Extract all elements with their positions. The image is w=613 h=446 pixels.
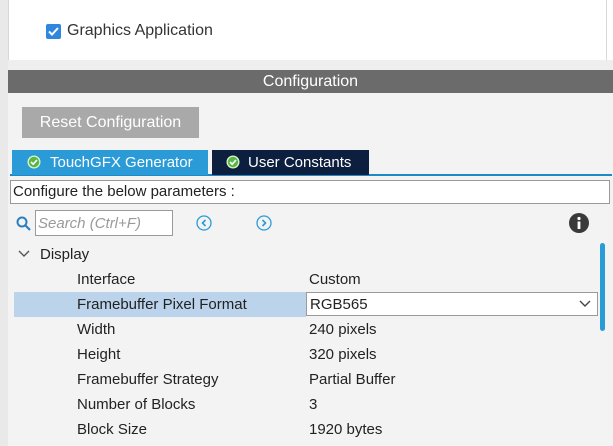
- param-row-block-size[interactable]: Block Size 1920 bytes: [14, 417, 598, 442]
- param-value: Partial Buffer: [309, 371, 396, 388]
- info-icon[interactable]: [569, 213, 589, 233]
- arrow-left-circle-icon[interactable]: [196, 215, 212, 231]
- reset-configuration-button[interactable]: Reset Configuration: [22, 107, 199, 138]
- param-name: Number of Blocks: [77, 396, 196, 413]
- param-name: Framebuffer Pixel Format: [77, 296, 247, 313]
- param-value: 320 pixels: [309, 346, 377, 363]
- param-row-framebuffer-pixel-format[interactable]: Framebuffer Pixel Format: [14, 292, 306, 317]
- param-row-number-of-blocks[interactable]: Number of Blocks 3: [14, 392, 598, 417]
- param-row-framebuffer-strategy[interactable]: Framebuffer Strategy Partial Buffer: [14, 367, 598, 392]
- param-row-width[interactable]: Width 240 pixels: [14, 317, 598, 342]
- param-name: Block Size: [77, 421, 148, 438]
- param-value: 240 pixels: [309, 321, 377, 338]
- tab-label: User Constants: [248, 154, 352, 171]
- configuration-header: Configuration: [8, 70, 613, 93]
- configuration-window: Graphics Application Configuration Reset…: [0, 0, 613, 446]
- search-icon: [16, 216, 31, 231]
- param-row-interface[interactable]: Interface Custom: [14, 267, 598, 292]
- framebuffer-pixel-format-select[interactable]: RGB565: [306, 292, 598, 316]
- param-row-height[interactable]: Height 320 pixels: [14, 342, 598, 367]
- graphics-application-checkbox[interactable]: [46, 24, 61, 39]
- arrow-right-circle-icon[interactable]: [256, 215, 272, 231]
- parameters-instruction: Configure the below parameters :: [10, 180, 610, 204]
- group-label: Display: [40, 246, 90, 263]
- chevron-down-icon: [18, 250, 30, 257]
- param-name: Framebuffer Strategy: [77, 371, 219, 388]
- chevron-down-icon: [579, 300, 591, 307]
- param-value: 3: [309, 396, 318, 413]
- left-margin: [0, 0, 8, 446]
- param-name: Height: [77, 346, 121, 363]
- check-icon: [48, 27, 59, 36]
- tab-label: TouchGFX Generator: [50, 154, 193, 171]
- select-value: RGB565: [310, 296, 368, 313]
- panel-separator: [8, 60, 613, 70]
- param-name: Interface: [77, 271, 136, 288]
- check-circle-icon: [226, 155, 240, 169]
- param-value: 1920 bytes: [309, 421, 383, 438]
- tab-user-constants[interactable]: User Constants: [212, 150, 369, 175]
- vertical-scrollbar[interactable]: [600, 243, 605, 331]
- tab-touchgfx-generator[interactable]: TouchGFX Generator: [12, 150, 208, 175]
- search-input[interactable]: [35, 210, 173, 236]
- param-name: Width: [77, 321, 116, 338]
- graphics-application-label: Graphics Application: [67, 22, 213, 39]
- check-circle-icon: [27, 155, 41, 169]
- param-value: Custom: [309, 271, 361, 288]
